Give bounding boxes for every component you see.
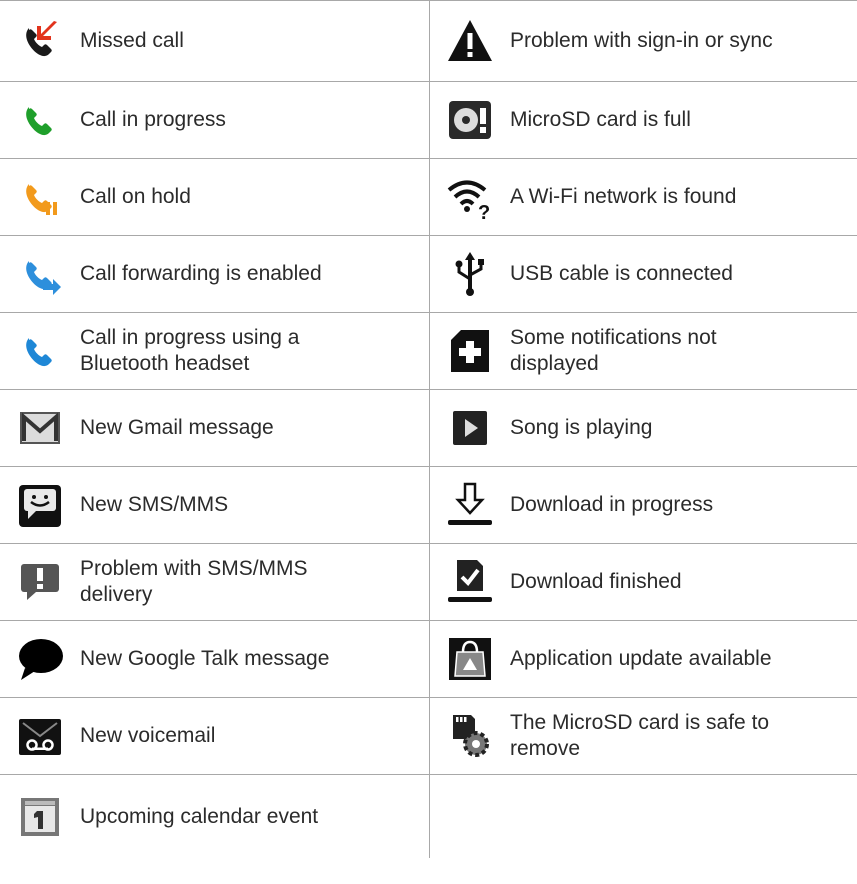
notification-description: Upcoming calendar event bbox=[80, 804, 319, 828]
notification-description: Missed call bbox=[80, 29, 184, 52]
table-cell-right: Some notifications not displayed bbox=[430, 313, 857, 389]
notification-description: Problem with SMS/MMS delivery bbox=[80, 557, 308, 606]
table-row: New voicemail The MicroSD card is safe to… bbox=[0, 698, 857, 775]
notification-description: Download finished bbox=[510, 570, 682, 593]
table-cell-left: Call forwarding is enabled bbox=[0, 236, 430, 312]
table-cell-right: Song is playing bbox=[430, 390, 857, 466]
usb-icon bbox=[442, 246, 498, 302]
notification-description: New Google Talk message bbox=[80, 647, 330, 670]
table-row: Problem with SMS/MMS delivery Download fi… bbox=[0, 544, 857, 621]
calendar-icon bbox=[12, 789, 68, 845]
table-cell-left: Call in progress bbox=[0, 82, 430, 158]
notification-icons-table: Missed call Problem with sign-in or sync C… bbox=[0, 0, 857, 858]
table-cell-left: Upcoming calendar event bbox=[0, 775, 430, 858]
app-update-icon bbox=[442, 631, 498, 687]
notification-description: Call forwarding is enabled bbox=[80, 262, 322, 285]
bluetooth-call-icon bbox=[12, 323, 68, 379]
google-talk-icon bbox=[12, 631, 68, 687]
table-row: New Gmail message Song is playing bbox=[0, 390, 857, 467]
table-cell-left: New Google Talk message bbox=[0, 621, 430, 697]
notification-description: Some notifications not displayed bbox=[510, 326, 717, 375]
table-cell-left: Problem with SMS/MMS delivery bbox=[0, 544, 430, 620]
notification-description: Application update available bbox=[510, 647, 772, 670]
sms-icon bbox=[12, 477, 68, 533]
microsd-safe-remove-icon bbox=[442, 708, 498, 764]
notification-description: MicroSD card is full bbox=[510, 108, 691, 131]
notification-description: New SMS/MMS bbox=[80, 493, 229, 516]
notification-description: Song is playing bbox=[510, 416, 653, 439]
gmail-icon bbox=[12, 400, 68, 456]
table-cell-right: MicroSD card is full bbox=[430, 82, 857, 158]
table-row: Upcoming calendar event bbox=[0, 775, 857, 858]
table-row: New SMS/MMS Download in progress bbox=[0, 467, 857, 544]
table-cell-right: Application update available bbox=[430, 621, 857, 697]
table-cell-right: ? A Wi-Fi network is found bbox=[430, 159, 857, 235]
notification-description: Call in progress bbox=[80, 108, 226, 131]
notification-description: New voicemail bbox=[80, 724, 216, 747]
notification-description: Download in progress bbox=[510, 493, 714, 516]
table-cell-right: Download finished bbox=[430, 544, 857, 620]
download-progress-icon bbox=[442, 477, 498, 533]
table-cell-right: Download in progress bbox=[430, 467, 857, 543]
notification-description: A Wi-Fi network is found bbox=[510, 185, 737, 208]
table-row: Missed call Problem with sign-in or sync bbox=[0, 0, 857, 82]
microsd-full-icon bbox=[442, 92, 498, 148]
notification-description: Call on hold bbox=[80, 185, 191, 208]
download-finished-icon bbox=[442, 554, 498, 610]
song-playing-icon bbox=[442, 400, 498, 456]
more-notifications-icon bbox=[442, 323, 498, 379]
call-in-progress-icon bbox=[12, 92, 68, 148]
notification-description: Problem with sign-in or sync bbox=[510, 29, 773, 52]
call-forwarding-icon bbox=[12, 246, 68, 302]
table-cell-left: New voicemail bbox=[0, 698, 430, 774]
table-row: Call in progress MicroSD card is full bbox=[0, 82, 857, 159]
table-cell-right: Problem with sign-in or sync bbox=[430, 1, 857, 81]
missed-call-icon bbox=[12, 13, 68, 69]
notification-description: The MicroSD card is safe to remove bbox=[510, 711, 770, 760]
table-row: Call forwarding is enabled USB cable is c… bbox=[0, 236, 857, 313]
notification-description: Call in progress using a Bluetooth heads… bbox=[80, 326, 300, 375]
sms-problem-icon bbox=[12, 554, 68, 610]
notification-description: USB cable is connected bbox=[510, 262, 733, 285]
table-row: Call in progress using a Bluetooth heads… bbox=[0, 313, 857, 390]
voicemail-icon bbox=[12, 708, 68, 764]
table-row: New Google Talk message Application updat… bbox=[0, 621, 857, 698]
table-cell-left: Missed call bbox=[0, 1, 430, 81]
warning-icon bbox=[442, 13, 498, 69]
svg-text:?: ? bbox=[478, 202, 490, 222]
wifi-found-icon: ? bbox=[442, 169, 498, 225]
notification-description: New Gmail message bbox=[80, 416, 274, 439]
table-cell-right: The MicroSD card is safe to remove bbox=[430, 698, 857, 774]
table-cell-left: New Gmail message bbox=[0, 390, 430, 466]
table-cell-left: Call on hold bbox=[0, 159, 430, 235]
table-row: Call on hold? A Wi-Fi network is found bbox=[0, 159, 857, 236]
table-cell-right bbox=[430, 775, 857, 858]
call-on-hold-icon bbox=[12, 169, 68, 225]
table-cell-right: USB cable is connected bbox=[430, 236, 857, 312]
table-cell-left: Call in progress using a Bluetooth heads… bbox=[0, 313, 430, 389]
table-cell-left: New SMS/MMS bbox=[0, 467, 430, 543]
